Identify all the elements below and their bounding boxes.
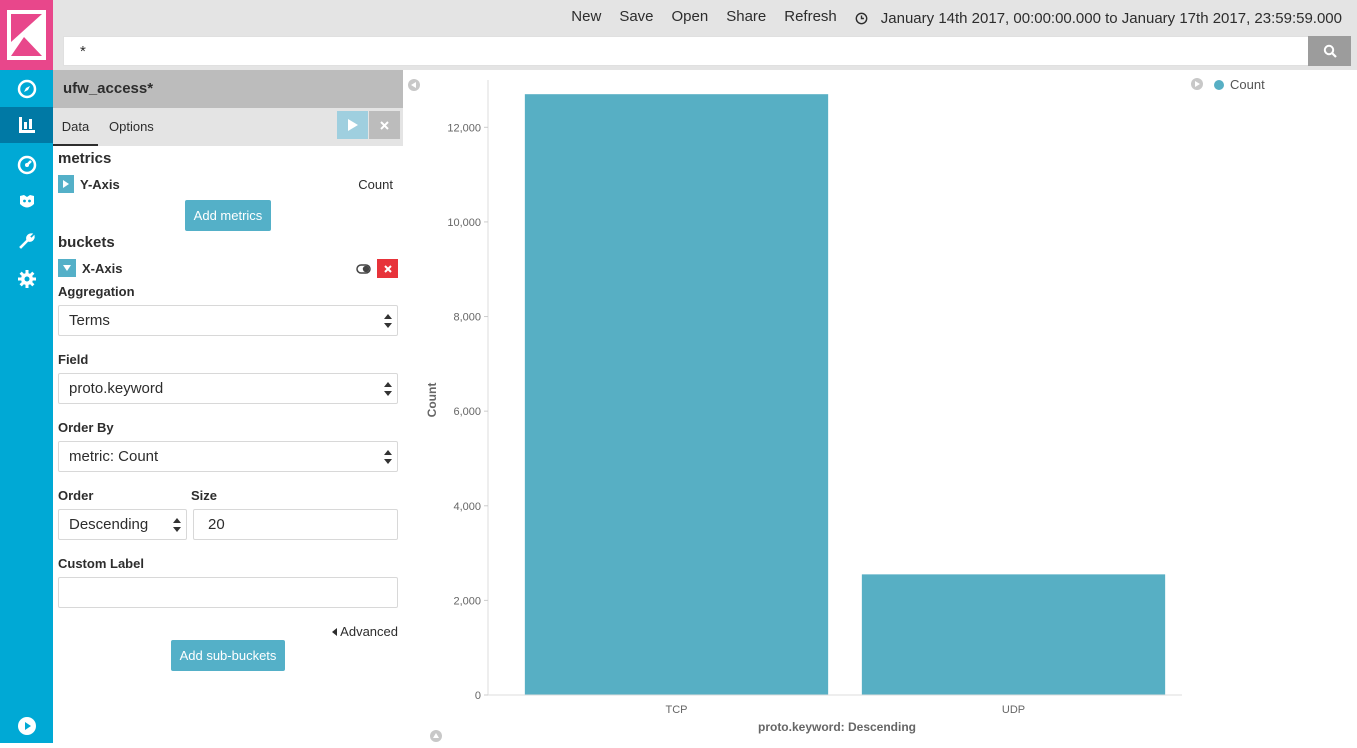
x-tick-label: TCP [666, 704, 688, 716]
share-button[interactable]: Share [717, 6, 775, 31]
legend: Count [1190, 77, 1265, 92]
management-gear-icon[interactable] [0, 261, 53, 297]
collapse-caret-icon[interactable] [58, 259, 76, 277]
vis-editor-sidebar: ufw_access* Data Options metrics Y-Axis … [53, 70, 403, 743]
visualize-icon[interactable] [0, 107, 53, 143]
y-tick-label: 12,000 [447, 122, 481, 134]
y-tick-label: 2,000 [453, 595, 481, 607]
y-tick-label: 4,000 [453, 501, 481, 513]
select-arrows-icon [384, 382, 392, 396]
toggle-switch-icon[interactable] [356, 262, 371, 274]
timelion-icon[interactable] [0, 184, 53, 220]
size-label: Size [191, 488, 218, 503]
aggregation-label: Aggregation [58, 284, 135, 299]
order-select[interactable]: Descending [58, 509, 187, 540]
play-icon [347, 119, 358, 131]
discover-icon[interactable] [0, 71, 53, 107]
search-input[interactable]: * [63, 36, 1308, 66]
expand-caret-icon[interactable] [58, 175, 74, 193]
close-icon [383, 264, 392, 273]
order-by-label: Order By [58, 420, 114, 435]
field-label: Field [58, 352, 89, 367]
tab-options[interactable]: Options [109, 108, 154, 146]
caret-left-icon [332, 627, 338, 636]
aggregation-value: Terms [69, 312, 110, 329]
x-tick-label: UDP [1002, 704, 1025, 716]
field-select[interactable]: proto.keyword [58, 373, 398, 404]
dashboard-icon[interactable] [0, 147, 53, 183]
save-button[interactable]: Save [610, 6, 662, 31]
custom-label-input[interactable] [58, 577, 398, 608]
tab-data[interactable]: Data [53, 108, 98, 146]
collapse-nav-icon[interactable] [0, 708, 53, 744]
aggregation-select[interactable]: Terms [58, 305, 398, 336]
bar-tcp[interactable] [524, 94, 829, 695]
open-button[interactable]: Open [663, 6, 718, 31]
index-pattern-title: ufw_access* [53, 70, 403, 108]
buckets-title: buckets [58, 234, 115, 251]
dev-tools-wrench-icon[interactable] [0, 223, 53, 259]
order-by-value: metric: Count [69, 448, 159, 465]
bar-chart: 0 2,000 4,000 6,000 8,000 10,000 12,000 TCP UDP… [408, 78, 1203, 742]
refresh-button[interactable]: Refresh [775, 6, 846, 31]
select-arrows-icon [384, 314, 392, 328]
y-axis-header[interactable]: Y-Axis [58, 175, 120, 193]
collapse-sidebar-icon[interactable] [408, 79, 420, 91]
kibana-logo[interactable] [0, 0, 53, 70]
y-axis-agg-label: Count [358, 177, 393, 192]
select-arrows-icon [173, 518, 181, 532]
x-axis: TCP UDP [488, 694, 1182, 716]
legend-label[interactable]: Count [1230, 77, 1265, 92]
x-axis-header[interactable]: X-Axis [58, 259, 122, 277]
y-tick-label: 10,000 [447, 217, 481, 229]
size-input[interactable]: 20 [193, 509, 398, 540]
custom-label-label: Custom Label [58, 556, 144, 571]
top-menu: New Save Open Share Refresh January 14th… [562, 6, 1351, 31]
discard-changes-button[interactable] [369, 111, 400, 139]
y-tick-label: 8,000 [453, 312, 481, 324]
time-picker[interactable]: January 14th 2017, 00:00:00.000 to Janua… [846, 6, 1351, 31]
y-tick-label: 0 [475, 690, 481, 702]
remove-agg-button[interactable] [377, 259, 398, 278]
y-tick-label: 6,000 [453, 406, 481, 418]
editor-tabs: Data Options [53, 108, 403, 146]
scroll-up-icon[interactable] [430, 730, 442, 742]
x-axis-label: X-Axis [82, 260, 123, 276]
x-axis-title: proto.keyword: Descending [758, 720, 916, 734]
select-arrows-icon [384, 450, 392, 464]
legend-swatch [1214, 79, 1224, 90]
order-by-select[interactable]: metric: Count [58, 441, 398, 472]
order-label: Order [58, 488, 94, 503]
search-icon [1323, 44, 1337, 58]
bars [524, 94, 1166, 695]
order-value: Descending [69, 516, 149, 533]
main-nav [0, 0, 53, 743]
chart-area: 0 2,000 4,000 6,000 8,000 10,000 12,000 TCP UDP… [403, 70, 1357, 743]
y-axis-label: Y-Axis [80, 176, 120, 192]
add-metrics-button[interactable]: Add metrics [185, 200, 271, 231]
close-icon [380, 120, 389, 130]
search-button[interactable] [1308, 36, 1351, 66]
time-range-label: January 14th 2017, 00:00:00.000 to Janua… [880, 10, 1342, 27]
y-axis: 0 2,000 4,000 6,000 8,000 10,000 12,000 [447, 80, 489, 702]
apply-changes-button[interactable] [337, 111, 368, 139]
clock-icon [855, 12, 868, 25]
add-sub-buckets-button[interactable]: Add sub-buckets [171, 640, 285, 671]
advanced-link: Advanced [340, 624, 398, 639]
bar-udp[interactable] [861, 574, 1166, 695]
metrics-title: metrics [58, 150, 112, 167]
field-value: proto.keyword [69, 380, 164, 397]
advanced-toggle[interactable]: Advanced [332, 624, 398, 639]
new-button[interactable]: New [562, 6, 610, 31]
y-axis-title: Count [425, 383, 439, 418]
